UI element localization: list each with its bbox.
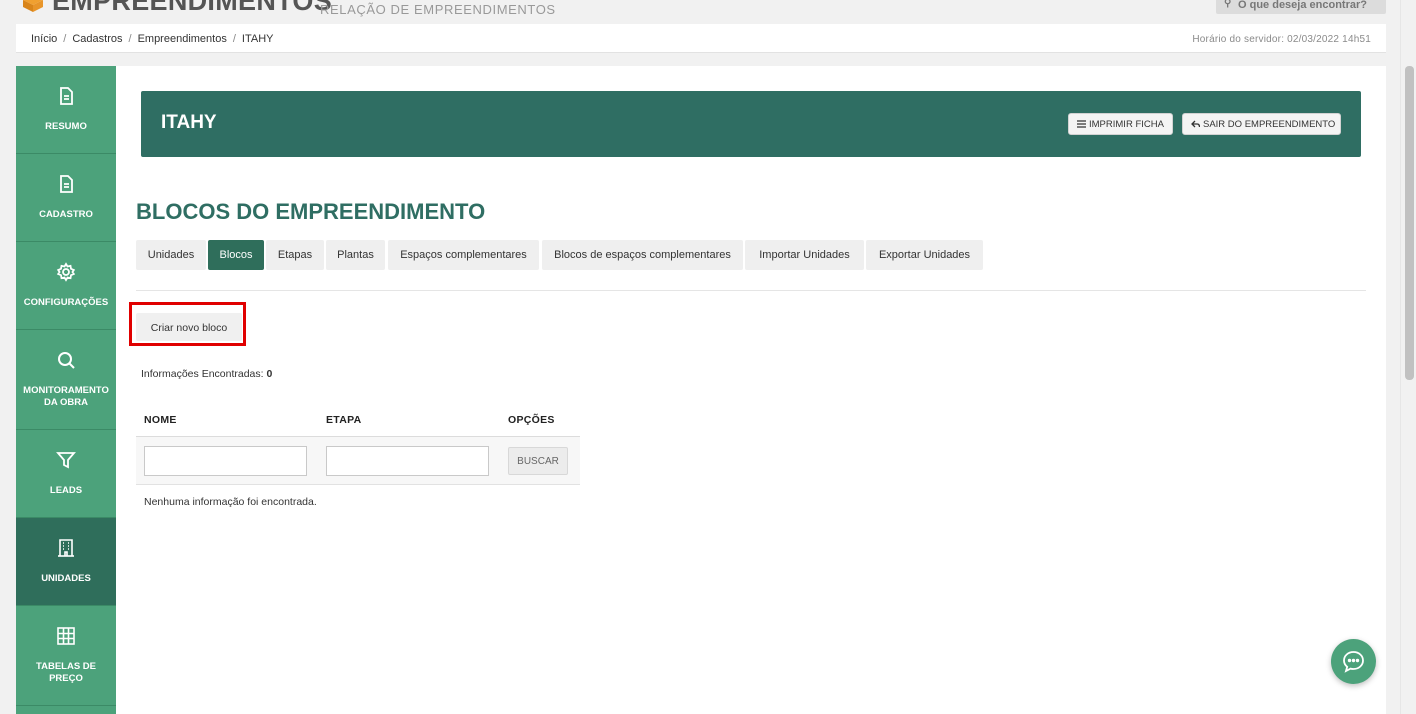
sidebar-item-unidades[interactable]: UNIDADES xyxy=(16,518,116,606)
sidebar-item-tabelas-de-preco[interactable]: TABELAS DE PREÇO xyxy=(16,606,116,706)
sidebar-item-monitoramento[interactable]: MONITORAMENTO DA OBRA xyxy=(16,330,116,430)
create-block-button[interactable]: Criar novo bloco xyxy=(136,313,242,341)
global-search[interactable]: ⚲ O que deseja encontrar? xyxy=(1216,0,1386,14)
sidebar-item-label: RESUMO xyxy=(45,121,87,132)
sidebar-item-label: UNIDADES xyxy=(41,573,91,584)
tab-label: Blocos xyxy=(219,249,253,261)
sidebar-item-label: CONFIGURAÇÕES xyxy=(23,297,109,308)
project-banner: ITAHY IMPRIMIR FICHA SAIR DO EMPREENDIME… xyxy=(141,91,1361,157)
search-button-label: BUSCAR xyxy=(517,456,559,467)
chat-icon xyxy=(1343,651,1364,673)
sidebar-item-configuracoes[interactable]: CONFIGURAÇÕES xyxy=(16,242,116,330)
results-label: Informações Encontradas: xyxy=(141,368,264,380)
tab-label: Importar Unidades xyxy=(759,249,850,261)
print-sheet-button[interactable]: IMPRIMIR FICHA xyxy=(1068,113,1173,135)
sidebar-item-label: LEADS xyxy=(49,485,83,496)
print-sheet-label: IMPRIMIR FICHA xyxy=(1089,119,1164,130)
section-title: BLOCOS DO EMPREENDIMENTO xyxy=(136,199,486,224)
exit-project-label: SAIR DO EMPREENDIMENTO xyxy=(1203,119,1336,130)
sidebar-item-cadastro[interactable]: CADASTRO xyxy=(16,154,116,242)
sidebar-item-label: CADASTRO xyxy=(39,209,93,220)
chat-button[interactable] xyxy=(1331,639,1376,684)
breadcrumb-cadastros[interactable]: Cadastros xyxy=(72,33,122,45)
sidebar-item-leads[interactable]: LEADS xyxy=(16,430,116,518)
tab-label: Espaços complementares xyxy=(400,249,527,261)
empty-message: Nenhuma informação foi encontrada. xyxy=(144,496,317,508)
breadcrumb-separator: / xyxy=(232,33,236,45)
logo-icon xyxy=(23,0,43,12)
sidebar-item-label: TABELAS DE PREÇO xyxy=(36,661,96,684)
page-scrollbar[interactable] xyxy=(1400,0,1416,714)
tab-label: Plantas xyxy=(337,249,374,261)
breadcrumb-inicio[interactable]: Início xyxy=(31,33,57,45)
search-button[interactable]: BUSCAR xyxy=(508,447,568,475)
app-title: EMPREENDIMENTOS xyxy=(52,0,333,16)
tab-label: Unidades xyxy=(147,249,195,261)
gear-icon xyxy=(56,262,76,282)
nome-filter-input[interactable] xyxy=(144,446,307,476)
tab-etapas[interactable]: Etapas xyxy=(266,240,324,270)
tab-label: Blocos de espaços complementares xyxy=(554,249,731,261)
project-title: ITAHY xyxy=(161,112,217,133)
tab-label: Etapas xyxy=(277,249,313,261)
breadcrumb-itahy: ITAHY xyxy=(241,33,274,45)
sidebar: RESUMO CADASTRO CONFIGURAÇÕES MONITORAME… xyxy=(16,66,116,714)
search-icon: ⚲ xyxy=(1224,0,1232,9)
column-header-opcoes: OPÇÕES xyxy=(508,414,555,426)
create-block-label: Criar novo bloco xyxy=(150,322,228,334)
sidebar-item-resumo[interactable]: RESUMO xyxy=(16,66,116,154)
tab-plantas[interactable]: Plantas xyxy=(326,240,385,270)
column-header-etapa: ETAPA xyxy=(326,414,362,426)
etapa-filter-input[interactable] xyxy=(326,446,489,476)
search-icon xyxy=(58,352,75,369)
server-time: Horário do servidor: 02/03/2022 14h51 xyxy=(1192,34,1371,45)
grid-icon xyxy=(57,627,75,645)
filter-icon xyxy=(56,452,76,469)
tab-label: Exportar Unidades xyxy=(878,249,971,261)
main-content: ITAHY IMPRIMIR FICHA SAIR DO EMPREENDIME… xyxy=(116,66,1386,714)
tab-exportar-unidades[interactable]: Exportar Unidades xyxy=(866,240,983,270)
tab-espacos-complementares[interactable]: Espaços complementares xyxy=(388,240,539,270)
tab-importar-unidades[interactable]: Importar Unidades xyxy=(745,240,864,270)
document-icon xyxy=(60,87,73,105)
breadcrumb-empreendimentos[interactable]: Empreendimentos xyxy=(138,33,227,45)
building-icon xyxy=(58,539,74,557)
column-header-nome: NOME xyxy=(144,414,177,426)
divider xyxy=(136,290,1366,291)
global-search-placeholder: O que deseja encontrar? xyxy=(1238,0,1367,11)
reply-icon xyxy=(1191,120,1200,128)
results-count: 0 xyxy=(266,368,273,380)
breadcrumb-separator: / xyxy=(128,33,132,45)
tab-blocos[interactable]: Blocos xyxy=(208,240,264,270)
breadcrumb: Início / Cadastros / Empreendimentos / ITAHY xyxy=(31,33,273,45)
tab-unidades[interactable]: Unidades xyxy=(136,240,206,270)
results-info: Informações Encontradas: 0 xyxy=(141,368,272,380)
top-header: EMPREENDIMENTOS RELAÇÃO DE EMPREENDIMENT… xyxy=(0,0,1400,22)
exit-project-button[interactable]: SAIR DO EMPREENDIMENTO xyxy=(1182,113,1341,135)
tab-blocos-espacos-complementares[interactable]: Blocos de espaços complementares xyxy=(542,240,743,270)
list-icon xyxy=(1077,120,1086,128)
document-icon xyxy=(60,175,73,193)
app-subtitle: RELAÇÃO DE EMPREENDIMENTOS xyxy=(320,2,556,17)
sidebar-item-label: MONITORAMENTO DA OBRA xyxy=(23,385,109,408)
breadcrumb-bar: Início / Cadastros / Empreendimentos / ITAHY H… xyxy=(16,24,1386,53)
breadcrumb-separator: / xyxy=(63,33,67,45)
scrollbar-thumb[interactable] xyxy=(1405,66,1414,380)
